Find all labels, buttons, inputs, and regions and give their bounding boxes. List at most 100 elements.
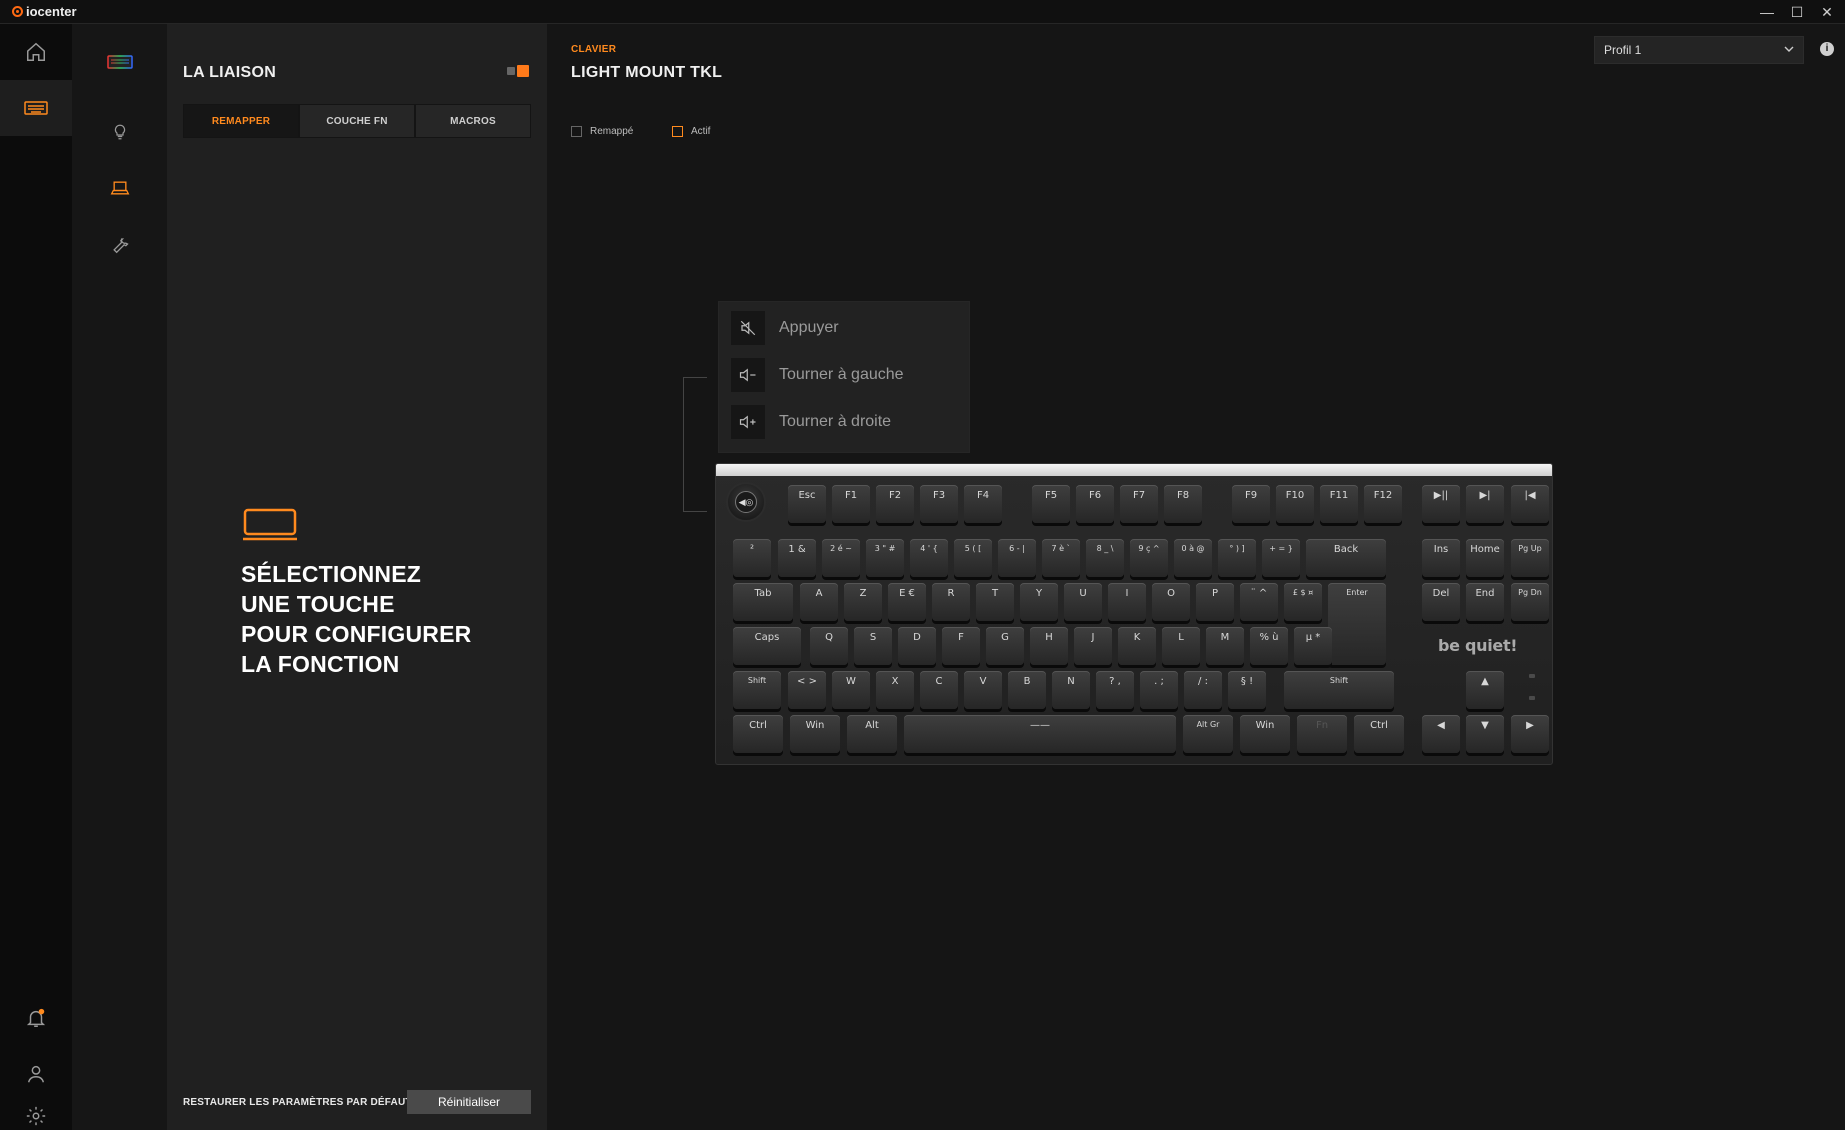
key[interactable]: X <box>876 671 914 709</box>
key[interactable]: A <box>800 583 838 621</box>
key[interactable]: ▼ <box>1466 715 1504 753</box>
key[interactable]: F5 <box>1032 485 1070 523</box>
key[interactable]: H <box>1030 627 1068 665</box>
key[interactable]: P <box>1196 583 1234 621</box>
key[interactable]: + = } <box>1262 539 1300 577</box>
tab-remapper[interactable]: REMAPPER <box>184 105 298 137</box>
key[interactable]: K <box>1118 627 1156 665</box>
key[interactable]: G <box>986 627 1024 665</box>
subnav-remap[interactable] <box>72 164 167 212</box>
key[interactable]: % ù <box>1250 627 1288 665</box>
key[interactable]: F7 <box>1120 485 1158 523</box>
key[interactable]: Alt Gr <box>1183 715 1233 753</box>
key[interactable]: ▲ <box>1466 671 1504 709</box>
nav-notifications[interactable] <box>0 990 72 1046</box>
key[interactable]: S <box>854 627 892 665</box>
key[interactable]: 3 " # <box>866 539 904 577</box>
key[interactable]: ▶ <box>1511 715 1549 753</box>
profile-select[interactable]: Profil 1 <box>1594 36 1804 64</box>
key[interactable]: 5 ( [ <box>954 539 992 577</box>
key[interactable]: Alt <box>847 715 897 753</box>
key[interactable]: F11 <box>1320 485 1358 523</box>
knob-action-rotate-left[interactable]: Tourner à gauche <box>731 358 904 392</box>
key[interactable]: 9 ç ^ <box>1130 539 1168 577</box>
info-icon[interactable]: i <box>1820 42 1834 56</box>
key[interactable]: F <box>942 627 980 665</box>
key[interactable]: 4 ' { <box>910 539 948 577</box>
key[interactable]: Caps <box>733 627 801 665</box>
key[interactable]: Win <box>1240 715 1290 753</box>
key[interactable]: ? , <box>1096 671 1134 709</box>
subnav-lighting[interactable] <box>72 108 167 156</box>
key[interactable]: ◀ <box>1422 715 1460 753</box>
key[interactable]: 1 & <box>778 539 816 577</box>
key[interactable]: E € <box>888 583 926 621</box>
key[interactable]: F9 <box>1232 485 1270 523</box>
key[interactable]: Shift <box>733 671 781 709</box>
key[interactable]: 7 è ` <box>1042 539 1080 577</box>
key[interactable]: Back <box>1306 539 1386 577</box>
key[interactable]: T <box>976 583 1014 621</box>
key[interactable]: N <box>1052 671 1090 709</box>
key[interactable]: £ $ ¤ <box>1284 583 1322 621</box>
key[interactable]: Fn <box>1297 715 1347 753</box>
key[interactable]: µ * <box>1294 627 1332 665</box>
nav-account[interactable] <box>0 1046 72 1102</box>
knob-action-press[interactable]: Appuyer <box>731 311 839 345</box>
key[interactable]: 2 é ~ <box>822 539 860 577</box>
key[interactable]: 8 _ \ <box>1086 539 1124 577</box>
knob-action-rotate-right[interactable]: Tourner à droite <box>731 405 891 439</box>
key[interactable]: I <box>1108 583 1146 621</box>
key[interactable]: L <box>1162 627 1200 665</box>
key[interactable]: U <box>1064 583 1102 621</box>
key[interactable]: R <box>932 583 970 621</box>
key[interactable]: F1 <box>832 485 870 523</box>
key[interactable]: . ; <box>1140 671 1178 709</box>
key[interactable]: F6 <box>1076 485 1114 523</box>
key[interactable]: Enter <box>1328 583 1386 665</box>
key[interactable]: ¨ ^ <box>1240 583 1278 621</box>
key[interactable]: ° ) ] <box>1218 539 1256 577</box>
key[interactable]: Y <box>1020 583 1058 621</box>
key[interactable]: Pg Dn <box>1511 583 1549 621</box>
key[interactable]: Ins <box>1422 539 1460 577</box>
tab-macros[interactable]: MACROS <box>416 105 530 137</box>
key[interactable]: V <box>964 671 1002 709</box>
key[interactable]: End <box>1466 583 1504 621</box>
nav-home[interactable] <box>0 24 72 80</box>
key[interactable]: F4 <box>964 485 1002 523</box>
key[interactable]: Esc <box>788 485 826 523</box>
nav-settings[interactable] <box>0 1102 72 1130</box>
key[interactable]: Z <box>844 583 882 621</box>
key[interactable]: F10 <box>1276 485 1314 523</box>
key[interactable]: < > <box>788 671 826 709</box>
key[interactable]: W <box>832 671 870 709</box>
key[interactable]: |◀ <box>1511 485 1549 523</box>
key[interactable]: J <box>1074 627 1112 665</box>
maximize-button[interactable]: ☐ <box>1782 2 1812 22</box>
key[interactable]: ² <box>733 539 771 577</box>
key[interactable]: 6 - | <box>998 539 1036 577</box>
key[interactable]: —— <box>904 715 1176 753</box>
key[interactable]: F2 <box>876 485 914 523</box>
subnav-rgb[interactable] <box>72 38 167 86</box>
subnav-tools[interactable] <box>72 220 167 268</box>
key[interactable]: M <box>1206 627 1244 665</box>
key[interactable]: § ! <box>1228 671 1266 709</box>
key[interactable]: Win <box>790 715 840 753</box>
key[interactable]: Shift <box>1284 671 1394 709</box>
key[interactable]: 0 à @ <box>1174 539 1212 577</box>
key[interactable]: Q <box>810 627 848 665</box>
key[interactable]: F3 <box>920 485 958 523</box>
key[interactable]: O <box>1152 583 1190 621</box>
minimize-button[interactable]: — <box>1752 2 1782 22</box>
key[interactable]: ▶|| <box>1422 485 1460 523</box>
key[interactable]: F12 <box>1364 485 1402 523</box>
key[interactable]: C <box>920 671 958 709</box>
key[interactable]: Home <box>1466 539 1504 577</box>
key[interactable]: Ctrl <box>1354 715 1404 753</box>
nav-keyboard[interactable] <box>0 80 72 136</box>
key[interactable]: F8 <box>1164 485 1202 523</box>
volume-knob[interactable]: ◀◎ <box>726 482 766 522</box>
key[interactable]: D <box>898 627 936 665</box>
